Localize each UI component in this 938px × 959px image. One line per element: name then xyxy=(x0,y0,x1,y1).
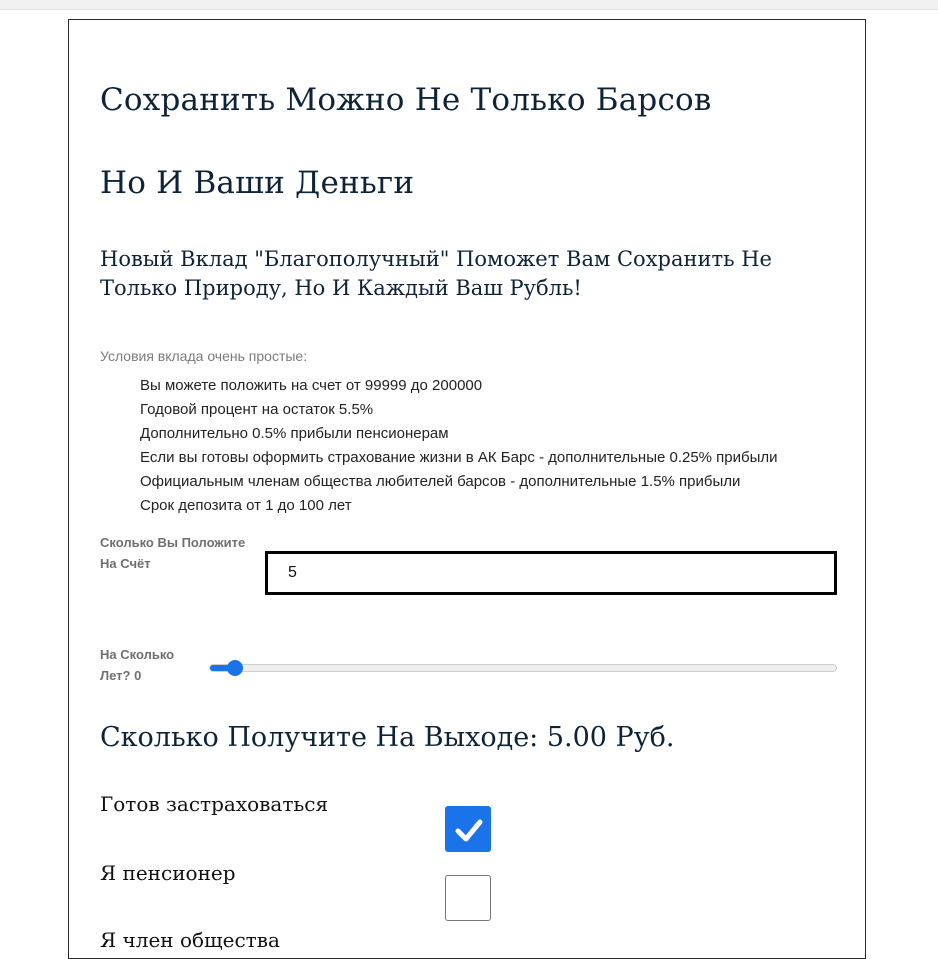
pensioner-checkbox[interactable] xyxy=(445,875,491,921)
years-label: На Сколько Лет? 0 xyxy=(100,647,175,683)
years-slider-thumb[interactable] xyxy=(227,660,243,676)
page-title-line2: Но И Ваши Деньги xyxy=(100,165,415,201)
browser-top-strip xyxy=(0,0,938,10)
checkmark-icon xyxy=(455,819,483,842)
deposit-card: Сохранить Можно Не Только Барсов Но И Ва… xyxy=(68,19,866,959)
condition-item: Срок депозита от 1 до 100 лет xyxy=(140,497,352,514)
result-text: Сколько Получите На Выходе: 5.00 Руб. xyxy=(100,722,675,753)
condition-item: Дополнительно 0.5% прибыли пенсионерам xyxy=(140,425,449,442)
pensioner-label: Я пенсионер xyxy=(100,861,236,885)
conditions-title: Условия вклада очень простые: xyxy=(100,348,308,364)
condition-item: Вы можете положить на счет от 99999 до 2… xyxy=(140,377,483,394)
condition-item: Официальным членам общества любителей ба… xyxy=(140,473,741,490)
amount-input[interactable] xyxy=(265,551,837,595)
member-label: Я член общества xyxy=(100,928,280,952)
condition-item: Если вы готовы оформить страхование жизн… xyxy=(140,449,778,466)
page-title-line1: Сохранить Можно Не Только Барсов xyxy=(100,82,712,118)
insurance-label: Готов застраховаться xyxy=(100,792,329,816)
conditions-list: Вы можете положить на счет от 99999 до 2… xyxy=(140,374,778,518)
page-subtitle: Новый Вклад "Благополучный" Поможет Вам … xyxy=(100,247,772,300)
insurance-checkbox[interactable] xyxy=(445,806,491,852)
condition-item: Годовой процент на остаток 5.5% xyxy=(140,401,374,418)
years-slider[interactable] xyxy=(209,660,837,676)
amount-label: Сколько Вы Положите На Счёт xyxy=(100,535,246,571)
